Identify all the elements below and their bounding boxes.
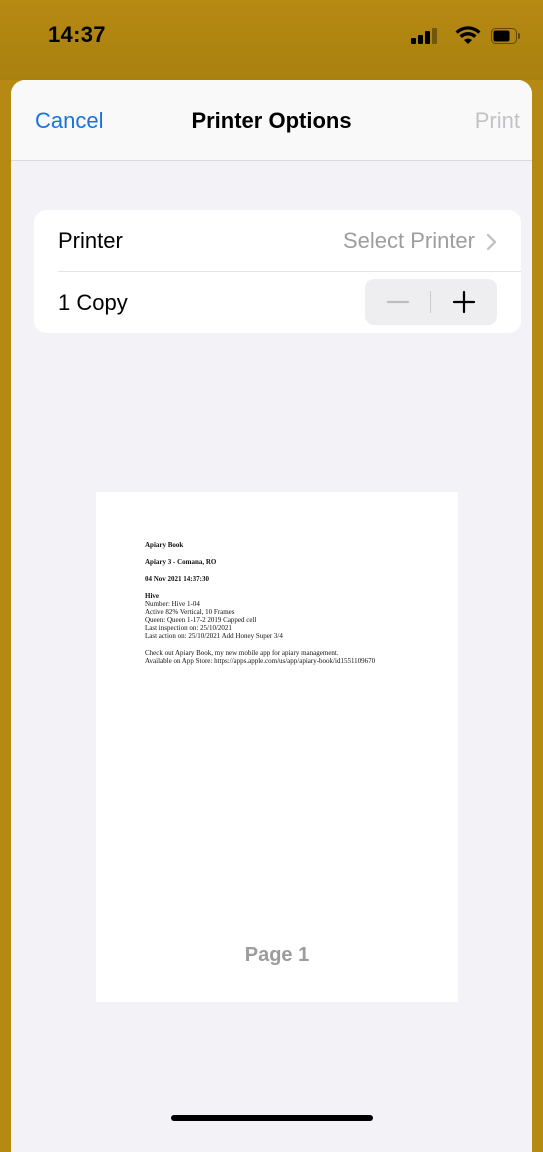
preview-detail-line: Last inspection on: 25/10/2021 — [145, 624, 232, 632]
printer-options-sheet: Cancel Printer Options Print Printer Sel… — [11, 80, 532, 1152]
copies-row: 1 Copy — [34, 272, 521, 333]
print-preview-page[interactable]: Apiary Book Apiary 3 - Comana, RO 04 Nov… — [96, 492, 458, 1002]
wifi-icon — [455, 26, 481, 44]
copies-label: 1 Copy — [58, 290, 128, 315]
status-bar: 14:37 — [0, 0, 543, 80]
print-button[interactable]: Print — [475, 108, 520, 134]
preview-datetime: 04 Nov 2021 14:37:30 — [145, 575, 209, 583]
cellular-signal-icon — [411, 26, 443, 46]
preview-detail-line: Queen: Queen 1-17-2 2019 Capped cell — [145, 616, 257, 624]
increment-button[interactable] — [431, 279, 497, 325]
chevron-right-icon — [486, 233, 497, 251]
printer-value: Select Printer — [342, 228, 475, 253]
battery-icon — [491, 28, 520, 44]
minus-icon — [386, 300, 410, 304]
preview-document: Apiary Book Apiary 3 - Comana, RO 04 Nov… — [145, 541, 445, 665]
copies-stepper[interactable] — [365, 279, 497, 325]
preview-apiary: Apiary 3 - Comana, RO — [145, 558, 217, 566]
status-icons — [411, 26, 521, 46]
options-card: Printer Select Printer 1 Copy — [34, 210, 521, 333]
preview-detail-line: Active 82% Vertical, 10 Frames — [145, 608, 235, 616]
preview-promo-line: Check out Apiary Book, my new mobile app… — [145, 649, 339, 657]
navigation-bar: Cancel Printer Options Print — [11, 80, 532, 161]
preview-section-title: Hive — [145, 592, 159, 600]
plus-icon — [452, 290, 476, 314]
printer-row[interactable]: Printer Select Printer — [34, 210, 521, 271]
preview-app-name: Apiary Book — [145, 541, 184, 549]
page-number-label: Page 1 — [244, 944, 310, 966]
printer-label: Printer — [58, 228, 123, 253]
preview-detail-line: Last action on: 25/10/2021 Add Honey Sup… — [145, 632, 283, 640]
preview-promo-line: Available on App Store: https://apps.app… — [145, 657, 376, 665]
page-title: Printer Options — [191, 108, 352, 133]
preview-detail-line: Number: Hive 1-04 — [145, 600, 200, 608]
home-indicator[interactable] — [171, 1115, 373, 1121]
status-time: 14:37 — [48, 22, 106, 47]
decrement-button[interactable] — [365, 279, 431, 325]
